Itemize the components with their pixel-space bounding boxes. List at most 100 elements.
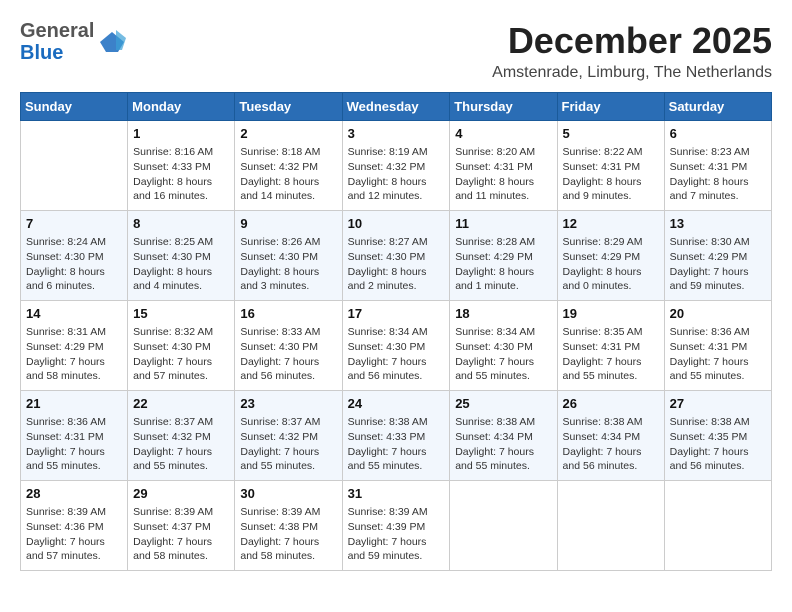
day-info: Sunrise: 8:37 AM Sunset: 4:32 PM Dayligh… <box>240 415 336 474</box>
day-number: 11 <box>455 215 551 233</box>
day-info: Sunrise: 8:26 AM Sunset: 4:30 PM Dayligh… <box>240 235 336 294</box>
calendar-header-row: SundayMondayTuesdayWednesdayThursdayFrid… <box>21 93 772 121</box>
calendar-cell <box>664 481 771 571</box>
day-number: 26 <box>563 395 659 413</box>
day-info: Sunrise: 8:39 AM Sunset: 4:38 PM Dayligh… <box>240 505 336 564</box>
header-friday: Friday <box>557 93 664 121</box>
day-number: 4 <box>455 125 551 143</box>
calendar-cell: 8 Sunrise: 8:25 AM Sunset: 4:30 PM Daylig… <box>128 211 235 301</box>
calendar-week-5: 28Sunrise: 8:39 AM Sunset: 4:36 PM Dayli… <box>21 481 772 571</box>
day-number: 5 <box>563 125 659 143</box>
calendar-cell: 12 Sunrise: 8:29 AM Sunset: 4:29 PM Dayli… <box>557 211 664 301</box>
day-number: 7 <box>26 215 122 233</box>
day-info: Sunrise: 8:38 AM Sunset: 4:33 PM Dayligh… <box>348 415 445 474</box>
calendar-week-1: 1 Sunrise: 8:16 AM Sunset: 4:33 PM Daylig… <box>21 121 772 211</box>
day-info: Sunrise: 8:38 AM Sunset: 4:35 PM Dayligh… <box>670 415 766 474</box>
calendar-cell: 31 Sunrise: 8:39 AM Sunset: 4:39 PM Dayli… <box>342 481 450 571</box>
month-title: December 2025 <box>492 20 772 62</box>
calendar-cell: 1 Sunrise: 8:16 AM Sunset: 4:33 PM Daylig… <box>128 121 235 211</box>
day-info: Sunrise: 8:34 AM Sunset: 4:30 PM Dayligh… <box>348 325 445 384</box>
calendar-cell: 9 Sunrise: 8:26 AM Sunset: 4:30 PM Daylig… <box>235 211 342 301</box>
calendar-cell: 6Sunrise: 8:23 AM Sunset: 4:31 PM Daylig… <box>664 121 771 211</box>
day-number: 12 <box>563 215 659 233</box>
calendar-body: 1 Sunrise: 8:16 AM Sunset: 4:33 PM Daylig… <box>21 121 772 571</box>
header-thursday: Thursday <box>450 93 557 121</box>
day-number: 21 <box>26 395 122 413</box>
day-info: Sunrise: 8:16 AM Sunset: 4:33 PM Dayligh… <box>133 145 229 204</box>
day-number: 31 <box>348 485 445 503</box>
calendar-cell: 28Sunrise: 8:39 AM Sunset: 4:36 PM Dayli… <box>21 481 128 571</box>
day-info: Sunrise: 8:29 AM Sunset: 4:29 PM Dayligh… <box>563 235 659 294</box>
day-info: Sunrise: 8:31 AM Sunset: 4:29 PM Dayligh… <box>26 325 122 384</box>
day-number: 18 <box>455 305 551 323</box>
calendar-cell: 19Sunrise: 8:35 AM Sunset: 4:31 PM Dayli… <box>557 301 664 391</box>
day-info: Sunrise: 8:19 AM Sunset: 4:32 PM Dayligh… <box>348 145 445 204</box>
day-number: 6 <box>670 125 766 143</box>
calendar-cell: 26 Sunrise: 8:38 AM Sunset: 4:34 PM Dayli… <box>557 391 664 481</box>
logo-icon <box>98 28 126 56</box>
day-number: 2 <box>240 125 336 143</box>
day-number: 20 <box>670 305 766 323</box>
day-number: 29 <box>133 485 229 503</box>
day-info: Sunrise: 8:30 AM Sunset: 4:29 PM Dayligh… <box>670 235 766 294</box>
day-info: Sunrise: 8:20 AM Sunset: 4:31 PM Dayligh… <box>455 145 551 204</box>
day-number: 15 <box>133 305 229 323</box>
day-info: Sunrise: 8:34 AM Sunset: 4:30 PM Dayligh… <box>455 325 551 384</box>
day-number: 14 <box>26 305 122 323</box>
day-number: 28 <box>26 485 122 503</box>
day-info: Sunrise: 8:18 AM Sunset: 4:32 PM Dayligh… <box>240 145 336 204</box>
calendar-cell: 14 Sunrise: 8:31 AM Sunset: 4:29 PM Dayli… <box>21 301 128 391</box>
day-number: 16 <box>240 305 336 323</box>
calendar-cell: 10Sunrise: 8:27 AM Sunset: 4:30 PM Dayli… <box>342 211 450 301</box>
header-sunday: Sunday <box>21 93 128 121</box>
header-wednesday: Wednesday <box>342 93 450 121</box>
calendar-cell: 21 Sunrise: 8:36 AM Sunset: 4:31 PM Dayli… <box>21 391 128 481</box>
calendar-week-4: 21 Sunrise: 8:36 AM Sunset: 4:31 PM Dayli… <box>21 391 772 481</box>
day-number: 8 <box>133 215 229 233</box>
calendar-cell: 30 Sunrise: 8:39 AM Sunset: 4:38 PM Dayli… <box>235 481 342 571</box>
day-info: Sunrise: 8:39 AM Sunset: 4:39 PM Dayligh… <box>348 505 445 564</box>
calendar-cell: 29 Sunrise: 8:39 AM Sunset: 4:37 PM Dayli… <box>128 481 235 571</box>
day-info: Sunrise: 8:39 AM Sunset: 4:37 PM Dayligh… <box>133 505 229 564</box>
title-area: December 2025 Amstenrade, Limburg, The N… <box>492 20 772 82</box>
header-saturday: Saturday <box>664 93 771 121</box>
calendar-table: SundayMondayTuesdayWednesdayThursdayFrid… <box>20 92 772 571</box>
calendar-cell <box>21 121 128 211</box>
day-info: Sunrise: 8:22 AM Sunset: 4:31 PM Dayligh… <box>563 145 659 204</box>
calendar-cell: 20Sunrise: 8:36 AM Sunset: 4:31 PM Dayli… <box>664 301 771 391</box>
day-number: 23 <box>240 395 336 413</box>
day-info: Sunrise: 8:32 AM Sunset: 4:30 PM Dayligh… <box>133 325 229 384</box>
day-number: 1 <box>133 125 229 143</box>
calendar-cell: 27Sunrise: 8:38 AM Sunset: 4:35 PM Dayli… <box>664 391 771 481</box>
header-monday: Monday <box>128 93 235 121</box>
day-info: Sunrise: 8:35 AM Sunset: 4:31 PM Dayligh… <box>563 325 659 384</box>
calendar-cell: 5 Sunrise: 8:22 AM Sunset: 4:31 PM Daylig… <box>557 121 664 211</box>
header: General Blue December 2025 Amstenrade, L… <box>20 20 772 82</box>
day-number: 22 <box>133 395 229 413</box>
day-info: Sunrise: 8:36 AM Sunset: 4:31 PM Dayligh… <box>26 415 122 474</box>
day-info: Sunrise: 8:25 AM Sunset: 4:30 PM Dayligh… <box>133 235 229 294</box>
calendar-cell: 17 Sunrise: 8:34 AM Sunset: 4:30 PM Dayli… <box>342 301 450 391</box>
day-number: 13 <box>670 215 766 233</box>
day-number: 3 <box>348 125 445 143</box>
calendar-cell <box>450 481 557 571</box>
logo-blue: Blue <box>20 42 94 64</box>
day-number: 24 <box>348 395 445 413</box>
logo: General Blue <box>20 20 126 64</box>
day-number: 9 <box>240 215 336 233</box>
calendar-cell: 18 Sunrise: 8:34 AM Sunset: 4:30 PM Dayli… <box>450 301 557 391</box>
calendar-cell: 16 Sunrise: 8:33 AM Sunset: 4:30 PM Dayli… <box>235 301 342 391</box>
logo-general: General <box>20 20 94 42</box>
day-info: Sunrise: 8:33 AM Sunset: 4:30 PM Dayligh… <box>240 325 336 384</box>
day-number: 17 <box>348 305 445 323</box>
calendar-cell: 15 Sunrise: 8:32 AM Sunset: 4:30 PM Dayli… <box>128 301 235 391</box>
calendar-week-2: 7Sunrise: 8:24 AM Sunset: 4:30 PM Daylig… <box>21 211 772 301</box>
location-subtitle: Amstenrade, Limburg, The Netherlands <box>492 64 772 82</box>
calendar-cell <box>557 481 664 571</box>
day-number: 30 <box>240 485 336 503</box>
day-number: 10 <box>348 215 445 233</box>
calendar-cell: 2 Sunrise: 8:18 AM Sunset: 4:32 PM Daylig… <box>235 121 342 211</box>
calendar-cell: 24 Sunrise: 8:38 AM Sunset: 4:33 PM Dayli… <box>342 391 450 481</box>
day-info: Sunrise: 8:38 AM Sunset: 4:34 PM Dayligh… <box>563 415 659 474</box>
calendar-cell: 13 Sunrise: 8:30 AM Sunset: 4:29 PM Dayli… <box>664 211 771 301</box>
